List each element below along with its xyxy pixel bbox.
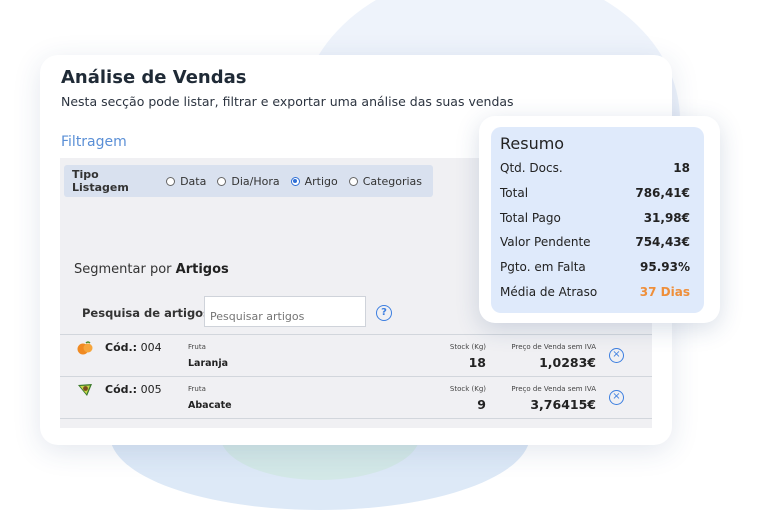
- resumo-value: 754,43€: [635, 235, 690, 249]
- table-row: Cód.: 004 Fruta Laranja Stock (Kg) 18 Pr…: [60, 334, 652, 376]
- tipo-listagem-label: Tipo Listagem: [72, 168, 129, 194]
- resumo-card: Resumo Qtd. Docs. 18 Total 786,41€ Total…: [479, 116, 720, 323]
- resumo-row: Total Pago 31,98€: [500, 211, 690, 225]
- resumo-value-highlight: 37 Dias: [639, 285, 690, 299]
- radio-label: Data: [180, 174, 207, 188]
- radio-option-categorias[interactable]: Categorias: [348, 174, 422, 188]
- resumo-row: Pgto. em Falta 95.93%: [500, 260, 690, 274]
- resumo-value: 31,98€: [643, 211, 690, 225]
- article-code: Cód.: 004: [105, 341, 162, 354]
- resumo-label: Pgto. em Falta: [500, 260, 586, 274]
- resumo-row: Média de Atraso 37 Dias: [500, 285, 690, 299]
- stock-value: 9: [477, 397, 486, 412]
- radio-option-dia-hora[interactable]: Dia/Hora: [217, 174, 280, 188]
- radio-label: Dia/Hora: [231, 174, 280, 188]
- resumo-label: Média de Atraso: [500, 285, 598, 299]
- article-name: Laranja: [188, 358, 228, 369]
- radio-label: Categorias: [362, 174, 422, 188]
- filtragem-section-title[interactable]: Filtragem: [61, 134, 127, 150]
- radio-label: Artigo: [304, 174, 338, 188]
- price-value: 3,76415€: [530, 397, 596, 412]
- stock-label: Stock (Kg): [449, 385, 486, 393]
- radio-button[interactable]: [348, 176, 358, 186]
- resumo-value: 786,41€: [635, 186, 690, 200]
- price-label: Preço de Venda sem IVA: [511, 343, 596, 351]
- resumo-label: Qtd. Docs.: [500, 161, 563, 175]
- segment-value: Artigos: [175, 262, 229, 277]
- resumo-title: Resumo: [500, 134, 565, 153]
- avocado-icon: [78, 384, 92, 396]
- price-label: Preço de Venda sem IVA: [511, 385, 596, 393]
- orange-fruit-icon: [77, 341, 93, 355]
- segment-prefix: Segmentar por: [74, 262, 172, 277]
- article-category: Fruta: [188, 385, 206, 393]
- table-row: Cód.: 005 Fruta Abacate Stock (Kg) 9 Pre…: [60, 376, 652, 419]
- resumo-value: 18: [673, 161, 690, 175]
- radio-option-artigo[interactable]: Artigo: [290, 174, 338, 188]
- tipo-listagem-bar: Tipo Listagem Data Dia/Hora Artigo Categ…: [64, 165, 433, 197]
- search-label: Pesquisa de artigos: [82, 306, 210, 320]
- article-category: Fruta: [188, 343, 206, 351]
- question-circle-icon[interactable]: ?: [376, 305, 392, 321]
- resumo-label: Total Pago: [500, 211, 561, 225]
- remove-icon[interactable]: ×: [609, 390, 624, 405]
- radio-option-data[interactable]: Data: [166, 175, 206, 188]
- stock-label: Stock (Kg): [449, 343, 486, 351]
- resumo-row: Valor Pendente 754,43€: [500, 235, 690, 249]
- article-name: Abacate: [188, 400, 232, 411]
- price-value: 1,0283€: [539, 355, 596, 370]
- resumo-label: Valor Pendente: [500, 235, 591, 249]
- radio-button[interactable]: [166, 176, 176, 186]
- resumo-value: 95.93%: [640, 260, 690, 274]
- resumo-label: Total: [500, 186, 529, 200]
- remove-icon[interactable]: ×: [609, 348, 624, 363]
- page-subtitle: Nesta secção pode listar, filtrar e expo…: [61, 94, 514, 109]
- segment-heading: Segmentar por Artigos: [74, 262, 229, 277]
- page-title: Análise de Vendas: [61, 67, 247, 88]
- article-code: Cód.: 005: [105, 383, 162, 396]
- search-input[interactable]: [204, 296, 366, 327]
- resumo-panel: Resumo Qtd. Docs. 18 Total 786,41€ Total…: [491, 127, 704, 313]
- stock-value: 18: [468, 355, 486, 370]
- radio-button[interactable]: [217, 176, 227, 186]
- resumo-row: Total 786,41€: [500, 186, 690, 200]
- radio-button-selected[interactable]: [290, 176, 300, 186]
- resumo-row: Qtd. Docs. 18: [500, 161, 690, 175]
